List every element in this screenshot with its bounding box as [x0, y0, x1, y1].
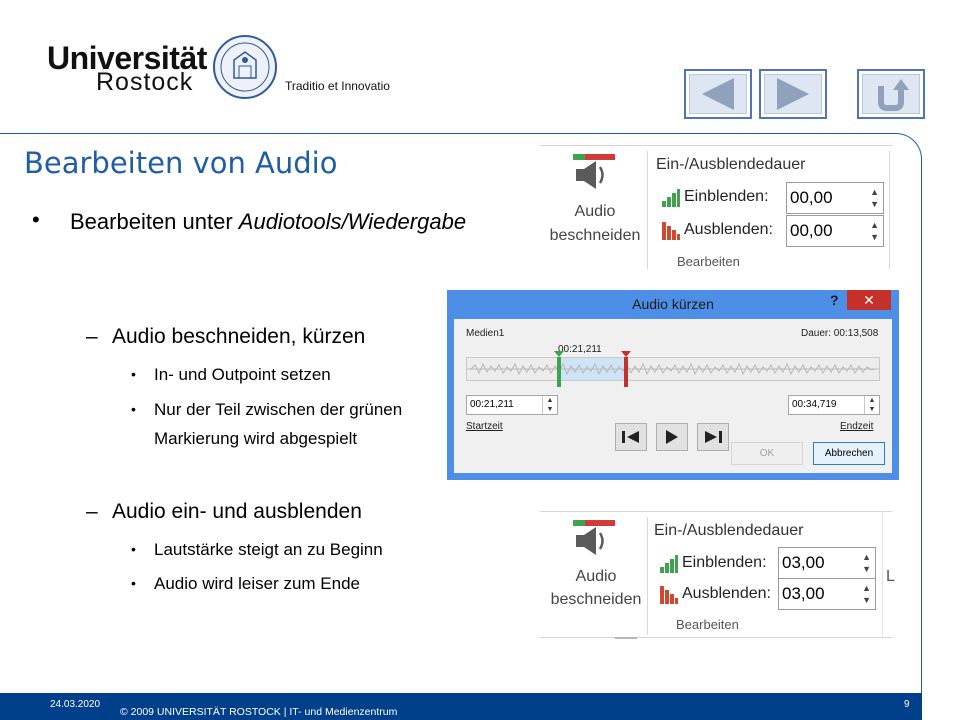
audio-trim-label-2: beschneiden — [549, 227, 641, 244]
play-button[interactable] — [656, 423, 688, 451]
media-name: Medien1 — [466, 328, 505, 339]
dialog-body: Medien1 Dauer: 00:13,508 00:21,211 00:21… — [454, 319, 892, 473]
start-time-label: Startzeit — [466, 421, 503, 432]
audio-waveform[interactable] — [466, 357, 880, 381]
footer-page-number: 9 — [904, 699, 910, 710]
cancel-button[interactable]: Abbrechen — [813, 442, 885, 465]
dash-marker: – — [86, 500, 98, 523]
list-item: Markierung wird abgespielt — [154, 429, 358, 448]
ribbon-edge-label: L — [886, 568, 895, 585]
university-seal-icon — [213, 35, 277, 99]
list-item: Audio wird leiser zum Ende — [154, 574, 360, 593]
fade-out-value: 00,00 — [790, 221, 833, 240]
fade-in-spinner[interactable]: 00,00 ▲ ▼ — [786, 182, 884, 214]
audio-trim-label-1: Audio — [574, 203, 616, 220]
audio-trim-button[interactable]: Audio beschneiden — [540, 145, 646, 249]
spinner-arrows-icon[interactable]: ▲ ▼ — [864, 396, 879, 414]
audio-trim-icon — [573, 520, 615, 555]
spinner-arrows-icon[interactable]: ▲ ▼ — [542, 396, 557, 414]
end-time-label: Endzeit — [840, 421, 874, 432]
media-duration: Dauer: 00:13,508 — [801, 328, 879, 339]
previous-frame-button[interactable] — [615, 423, 647, 451]
previous-slide-button[interactable] — [684, 69, 752, 119]
fade-in-icon — [662, 189, 680, 207]
fade-in-label: Einblenden: — [684, 188, 769, 205]
fade-in-value: 03,00 — [782, 553, 825, 572]
trim-audio-dialog: Audio kürzen ? ✕ Medien1 Dauer: 00:13,50… — [447, 290, 899, 480]
ok-button[interactable]: OK — [731, 442, 803, 465]
ribbon-panel-top: Audio beschneiden Ein-/Ausblendedauer Ei… — [540, 145, 892, 270]
audio-trim-button[interactable]: Audio beschneiden — [540, 511, 646, 621]
spinner-arrows-icon[interactable]: ▲ ▼ — [870, 219, 879, 243]
fade-out-label: Ausblenden: — [682, 585, 771, 602]
bullet-text: Bearbeiten unter Audiotools/Wiedergabe — [70, 209, 466, 235]
subheading-fade: Audio ein- und ausblenden — [112, 500, 362, 523]
end-time-value: 00:34,719 — [792, 399, 837, 410]
marker-time: 00:21,211 — [558, 344, 602, 355]
university-logo-subtitle: Rostock — [96, 68, 194, 96]
fade-out-value: 03,00 — [782, 584, 825, 603]
next-slide-button[interactable] — [759, 69, 827, 119]
bullet-dot: • — [131, 366, 136, 382]
start-time-spinner[interactable]: 00:21,211 ▲ ▼ — [466, 395, 558, 415]
subheading-trim: Audio beschneiden, kürzen — [112, 325, 366, 348]
fade-duration-header: Ein-/Ausblendedauer — [654, 522, 804, 539]
fade-out-spinner[interactable]: 03,00 ▲ ▼ — [778, 578, 876, 610]
bullet-text-prefix: Bearbeiten unter — [70, 209, 239, 234]
fade-in-label: Einblenden: — [682, 554, 767, 571]
return-icon — [878, 79, 909, 111]
close-button[interactable]: ✕ — [847, 290, 891, 310]
fade-out-label: Ausblenden: — [684, 221, 773, 238]
fade-out-icon — [662, 222, 680, 240]
next-frame-button[interactable] — [697, 423, 729, 451]
list-item: Nur der Teil zwischen der grünen — [154, 400, 403, 419]
spinner-arrows-icon[interactable]: ▲ ▼ — [862, 551, 871, 575]
fade-duration-header: Ein-/Ausblendedauer — [656, 156, 806, 173]
fade-in-value: 00,00 — [790, 188, 833, 207]
bullet-dot: • — [131, 541, 136, 557]
audio-trim-label-2: beschneiden — [550, 591, 642, 608]
list-item: Lautstärke steigt an zu Beginn — [154, 540, 383, 559]
next-frame-icon — [705, 431, 722, 443]
bullet-text-path: Audiotools/Wiedergabe — [238, 209, 467, 234]
start-marker-icon[interactable] — [554, 351, 564, 387]
list-item: In- und Outpoint setzen — [154, 365, 331, 384]
ribbon-group-label: Bearbeiten — [676, 617, 739, 632]
help-button[interactable]: ? — [830, 292, 839, 308]
fade-in-icon — [660, 555, 678, 573]
next-arrow-icon — [777, 78, 809, 110]
fade-out-spinner[interactable]: 00,00 ▲ ▼ — [786, 215, 884, 247]
motto: Traditio et Innovatio — [285, 79, 390, 93]
return-button[interactable] — [857, 69, 925, 119]
fade-out-icon — [660, 586, 678, 604]
audio-trim-icon — [573, 154, 615, 189]
ribbon-panel-bottom: Audio beschneiden Ein-/Ausblendedauer Ei… — [540, 511, 895, 639]
footer-date: 24.03.2020 — [50, 699, 101, 710]
footer-copyright: © 2009 UNIVERSITÄT ROSTOCK | IT- und Med… — [120, 706, 398, 718]
fade-in-spinner[interactable]: 03,00 ▲ ▼ — [778, 547, 876, 579]
end-marker-icon[interactable] — [621, 351, 631, 387]
page-title: Bearbeiten von Audio — [24, 146, 338, 180]
spinner-arrows-icon[interactable]: ▲ ▼ — [870, 186, 879, 210]
end-time-spinner[interactable]: 00:34,719 ▲ ▼ — [788, 395, 880, 415]
spinner-arrows-icon[interactable]: ▲ ▼ — [862, 582, 871, 606]
dash-marker: – — [86, 325, 98, 348]
start-time-value: 00:21,211 — [470, 399, 514, 410]
audio-trim-label-1: Audio — [575, 568, 617, 585]
previous-arrow-icon — [702, 78, 734, 110]
bullet-dot: • — [131, 401, 136, 417]
ribbon-group-label: Bearbeiten — [677, 254, 740, 269]
bullet-marker: • — [32, 207, 40, 232]
play-icon — [666, 430, 678, 444]
previous-frame-icon — [622, 431, 639, 443]
bullet-dot: • — [131, 575, 136, 591]
waveform-icon — [467, 358, 879, 380]
